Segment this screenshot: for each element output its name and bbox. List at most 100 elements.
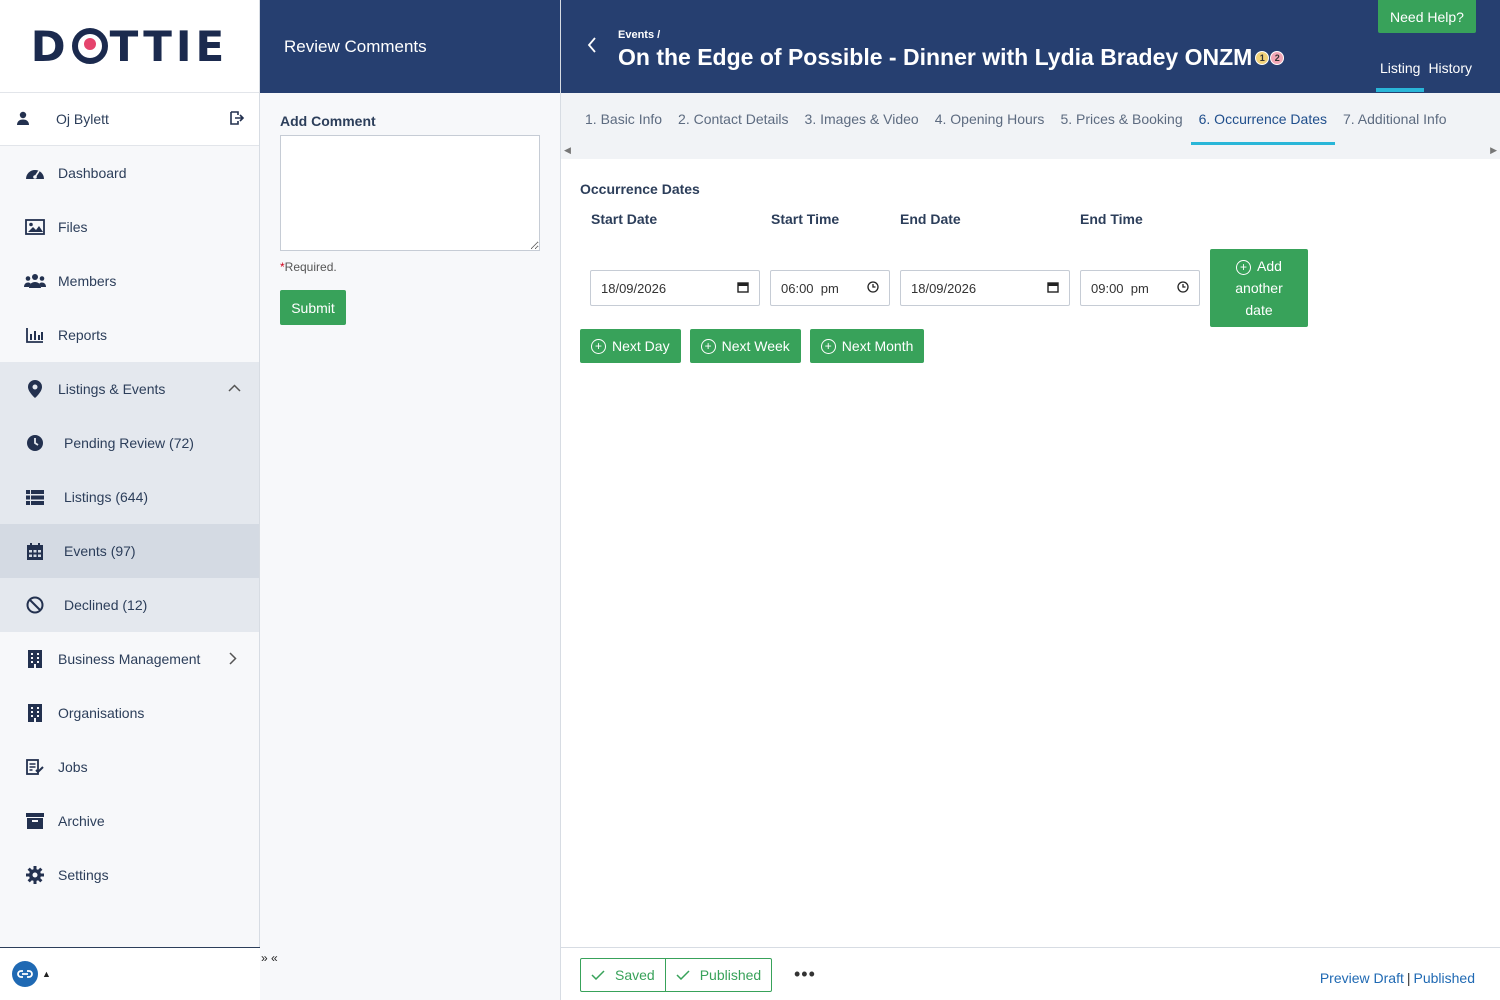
tab-listing[interactable]: Listing <box>1375 60 1425 92</box>
published-status[interactable]: Published <box>664 959 772 991</box>
link-separator: | <box>1406 970 1411 986</box>
start-time-input[interactable]: 06:00 pm <box>770 270 890 306</box>
required-note: *Required. <box>280 260 540 274</box>
chevron-right-icon[interactable] <box>229 652 237 668</box>
step-additional-info[interactable]: 7. Additional Info <box>1335 93 1455 145</box>
scroll-right-arrow-icon[interactable]: ▶ <box>1490 145 1497 156</box>
back-chevron-icon[interactable] <box>587 36 597 59</box>
scroll-left-arrow-icon[interactable]: ◀ <box>564 145 571 156</box>
status-group: Saved Published <box>580 958 773 992</box>
add-another-date-button[interactable]: + Add another date <box>1210 249 1308 327</box>
nav-pending-review-label: Pending Review (72) <box>64 435 194 451</box>
published-link[interactable]: Published <box>1414 970 1476 986</box>
dashboard-gauge-icon <box>24 165 46 181</box>
archive-box-icon <box>24 813 46 829</box>
add-date-label-date: date <box>1245 302 1273 318</box>
panel-collapse-toggle[interactable]: » « <box>260 951 278 965</box>
section-title: Occurrence Dates <box>580 181 700 197</box>
step-images-video[interactable]: 3. Images & Video <box>797 93 927 145</box>
nav-reports-label: Reports <box>58 327 108 343</box>
logout-icon[interactable] <box>229 110 245 129</box>
logo-area: D TTIE <box>0 0 259 93</box>
nav-business-management[interactable]: Business Management <box>0 632 259 686</box>
tab-history[interactable]: History <box>1424 60 1476 92</box>
end-time-value: 09:00 pm <box>1091 280 1149 296</box>
col-end-date: End Date <box>900 211 961 227</box>
page-title: On the Edge of Possible - Dinner with Ly… <box>618 44 1285 71</box>
logo-eye-icon <box>71 28 108 64</box>
nav-files[interactable]: Files <box>0 200 259 254</box>
plus-circle-icon: + <box>700 338 716 354</box>
caret-up-icon[interactable]: ▲ <box>42 969 51 979</box>
start-time-value: 06:00 pm <box>781 280 839 296</box>
nav-organisations[interactable]: Organisations <box>0 686 259 740</box>
step-contact-details[interactable]: 2. Contact Details <box>670 93 797 145</box>
nav-jobs[interactable]: Jobs <box>0 740 259 794</box>
check-icon <box>591 967 605 983</box>
occurrence-row: 18/09/2026 06:00 pm 18/09/2026 09:00 pm … <box>580 249 1481 337</box>
user-icon <box>16 111 30 128</box>
calendar-picker-icon[interactable] <box>737 281 749 296</box>
end-date-input[interactable]: 18/09/2026 <box>900 270 1070 306</box>
step-basic-info[interactable]: 1. Basic Info <box>577 93 670 145</box>
plus-circle-icon: + <box>1236 259 1252 275</box>
nav-reports[interactable]: Reports <box>0 308 259 362</box>
start-date-input[interactable]: 18/09/2026 <box>590 270 760 306</box>
col-end-time: End Time <box>1080 211 1143 227</box>
preview-draft-link[interactable]: Preview Draft <box>1320 970 1404 986</box>
end-time-input[interactable]: 09:00 pm <box>1080 270 1200 306</box>
nav-members[interactable]: Members <box>0 254 259 308</box>
calendar-picker-icon[interactable] <box>1047 281 1059 296</box>
nav-declined-label: Declined (12) <box>64 597 148 613</box>
nav-pending-review[interactable]: Pending Review (72) <box>0 416 259 470</box>
clock-picker-icon[interactable] <box>867 280 879 296</box>
nav-listings-events[interactable]: Listings & Events <box>0 362 259 416</box>
nav-declined[interactable]: Declined (12) <box>0 578 259 632</box>
step-prices-booking[interactable]: 5. Prices & Booking <box>1052 93 1190 145</box>
ban-icon <box>24 596 46 614</box>
add-date-label-another: another <box>1235 280 1283 296</box>
need-help-button[interactable]: Need Help? <box>1378 0 1476 33</box>
logo-text-start: D <box>30 21 70 71</box>
col-start-time: Start Time <box>771 211 840 227</box>
submit-comment-button[interactable]: Submit <box>280 290 346 325</box>
sidebar-footer: ▲ <box>0 947 260 1000</box>
nav-listings[interactable]: Listings (644) <box>0 470 259 524</box>
end-date-value: 18/09/2026 <box>911 280 977 296</box>
comment-textarea[interactable] <box>280 135 540 251</box>
nav-archive-label: Archive <box>58 813 105 829</box>
saved-status[interactable]: Saved <box>581 959 665 991</box>
tabs-scrollbar[interactable]: ◀ ▶ <box>561 145 1500 159</box>
step-tabs: 1. Basic Info 2. Contact Details 3. Imag… <box>561 93 1500 145</box>
building-icon <box>24 650 46 668</box>
nav-events[interactable]: Events (97) <box>0 524 259 578</box>
page-title-text: On the Edge of Possible - Dinner with Ly… <box>618 44 1253 70</box>
comment-count-badge-2[interactable]: 2 <box>1270 50 1285 65</box>
clock-picker-icon[interactable] <box>1177 280 1189 296</box>
plus-circle-icon: + <box>820 338 836 354</box>
dottie-logo[interactable]: D TTIE <box>31 22 228 71</box>
breadcrumb[interactable]: Events / <box>618 29 660 41</box>
comment-count-badge-1[interactable]: 1 <box>1255 50 1270 65</box>
logo-text-end: TTIE <box>109 21 229 71</box>
building-icon <box>24 704 46 722</box>
nav-dashboard[interactable]: Dashboard <box>0 146 259 200</box>
nav-settings-label: Settings <box>58 867 109 883</box>
user-name[interactable]: Oj Bylett <box>56 111 229 127</box>
link-brand-icon[interactable] <box>12 961 38 987</box>
nav-listings-label: Listings (644) <box>64 489 149 505</box>
nav-jobs-label: Jobs <box>58 759 88 775</box>
user-row: Oj Bylett <box>0 93 259 146</box>
saved-label: Saved <box>615 967 655 983</box>
main-header: Events / On the Edge of Possible - Dinne… <box>561 0 1500 93</box>
clock-icon <box>24 434 46 452</box>
step-occurrence-dates[interactable]: 6. Occurrence Dates <box>1190 93 1335 145</box>
more-options-icon[interactable]: ••• <box>794 964 816 985</box>
nav-settings[interactable]: Settings <box>0 848 259 902</box>
users-icon <box>24 273 46 289</box>
image-icon <box>24 219 46 235</box>
chevron-up-icon[interactable] <box>228 381 241 395</box>
step-opening-hours[interactable]: 4. Opening Hours <box>927 93 1053 145</box>
nav-archive[interactable]: Archive <box>0 794 259 848</box>
published-label: Published <box>699 967 762 983</box>
